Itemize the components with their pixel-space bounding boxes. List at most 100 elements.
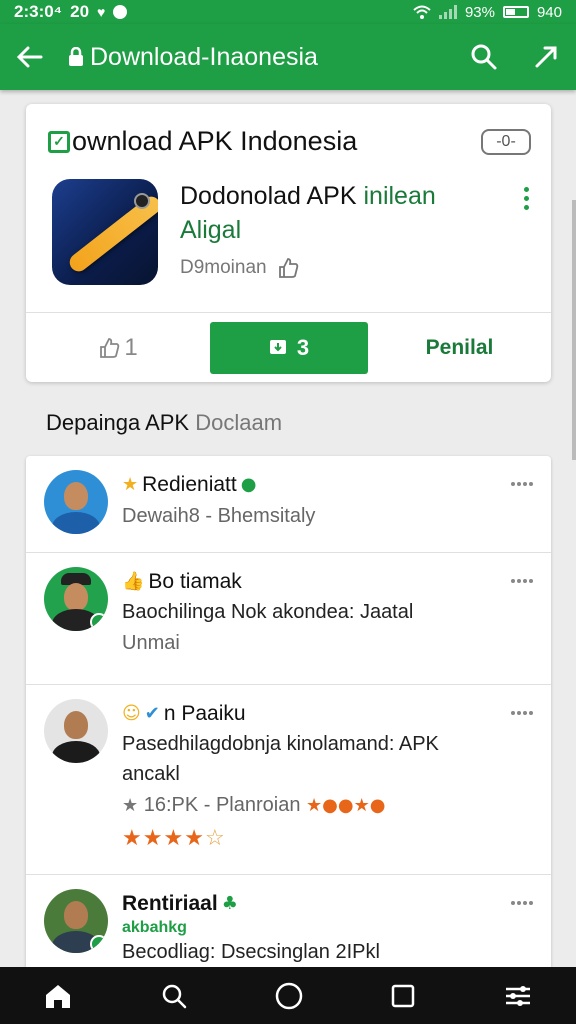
status-time: 2:3:0⁴ [14,2,63,21]
item-menu-icon[interactable] [511,579,533,583]
list-item[interactable]: ☺ ✔ n Paaiku Pasedhilagdobnja kinolamand… [26,685,551,875]
check-icon: ✓ [48,130,70,153]
toggle-pill[interactable]: -0- [481,128,531,155]
install-button-label: 3 [296,334,310,360]
card-title-wrap: ✓ ownload APK Indonesia [48,126,357,157]
download-icon [269,339,286,354]
star-empty-icon: ☆ [204,826,226,851]
avatar [44,699,108,763]
app-name-line2: Aligal [180,216,242,244]
app-name-accent: inilean [363,182,436,210]
item-text: Pasedhilagdobnja kinolamand: APK [122,733,439,755]
app-meta: D9moinan [180,257,531,279]
battery-percent: 93% [464,3,495,21]
pen-tip-graphic [134,193,150,209]
star-filled-icon: ★ [142,826,164,851]
thumbs-up-icon[interactable] [277,257,299,279]
app-name: Dodonolad APK inilean Aligal [180,179,531,247]
rating-stars: ★★★★☆ [122,822,535,856]
share-icon [535,46,557,68]
notification-dot-icon [113,5,128,19]
item-menu-icon[interactable] [511,711,533,715]
item-title-text: n Paaiku [163,702,246,725]
online-badge-icon [90,935,108,953]
app-bar-title: Download-Inaonesia [90,42,318,71]
section-title-muted: Doclaam [195,410,283,435]
verified-icon: ✔ [144,703,160,724]
item-title: ☺ ✔ n Paaiku [122,699,535,729]
item-title-text: Redieniatt [142,473,237,496]
item-subtitle: Dewaih8 - Bhemsitaly [122,505,316,527]
bottom-nav-bar [0,967,576,1024]
reaction-emojis-icon: ★●●★● [306,795,386,816]
avatar-body [52,512,100,534]
notification-icon: ♥ [97,4,106,20]
star-filled-icon: ★ [184,826,205,851]
app-name-line1: Dodonolad APK [180,182,357,210]
star-icon: ★ [122,474,139,495]
status-bar: 2:3:0⁴ 20 ♥ 93% 940 [0,0,576,24]
battery-icon [502,6,529,18]
section-title-main: Depainga APK [46,410,190,435]
install-button[interactable]: 3 [210,321,368,374]
list-item[interactable]: 👍 Bo tiamak Baochilinga Nok akondea: Jaa… [26,553,551,685]
scrollbar[interactable] [572,200,576,460]
more-options-icon[interactable] [524,187,529,210]
review-list: ★ Redieniatt ● Dewaih8 - Bhemsitaly 👍 Bo… [26,456,551,968]
list-item[interactable]: Rentiriaal ♣ akbahkg Becodliag: Dsecsing… [26,875,551,968]
star-filled-icon: ★ [122,826,143,851]
item-title-text: Bo tiamak [148,570,242,593]
online-badge-icon [90,613,108,631]
circle-home-icon[interactable] [274,981,304,1011]
avatar-head [64,583,88,611]
avatar-body [52,741,100,763]
search-button[interactable] [468,41,500,73]
settings-sliders-icon[interactable] [503,982,533,1010]
app-bar-title-wrap: Download-Inaonesia [68,43,318,72]
plant-icon: ♣ [221,893,238,914]
item-title: 👍 Bo tiamak [122,567,535,597]
rating-line-text: 16:PK - Planroian [143,794,301,816]
card-title: ownload APK Indonesia [72,126,358,156]
signal-icon [438,5,457,19]
app-icon[interactable] [52,179,158,285]
wifi-icon [413,5,431,19]
emoji-icon: ● [240,474,257,495]
avatar-head [64,901,88,929]
avatar [44,567,108,631]
thumbs-up-emoji-icon: 👍 [122,571,145,592]
list-item[interactable]: ★ Redieniatt ● Dewaih8 - Bhemsitaly [26,456,551,553]
avatar-head [64,711,88,739]
item-menu-icon[interactable] [511,482,533,486]
like-count: 1 [124,333,138,361]
item-title: Rentiriaal ♣ [122,889,535,919]
avatar [44,470,108,534]
app-card: ✓ ownload APK Indonesia -0- Dodonolad AP… [26,104,551,382]
home-icon[interactable] [43,982,73,1010]
item-title-text: Rentiriaal [122,892,218,915]
item-green-sub: akbahkg [122,919,187,936]
back-button[interactable] [14,41,46,73]
app-bar: Download-Inaonesia [0,24,576,90]
star-filled-icon: ★ [163,826,185,851]
app-meta-text: D9moinan [180,257,267,278]
item-menu-icon[interactable] [511,901,533,905]
item-text: Becodliag: Dsecsinglan 2IPkl [122,941,380,963]
item-text-2: ancakl [122,763,180,785]
recents-icon[interactable] [390,983,416,1009]
star-small-icon: ★ [122,795,139,816]
share-button[interactable] [530,41,562,73]
like-action[interactable]: 1 [26,334,210,362]
item-title: ★ Redieniatt ● [122,470,535,500]
like-outline-icon [100,337,120,358]
review-button[interactable]: Penilal [368,336,551,360]
avatar [44,889,108,953]
search-icon [471,44,497,70]
lock-icon [69,47,83,66]
back-arrow-icon [17,46,43,68]
avatar-head [64,482,88,510]
smile-emoji-icon: ☺ [122,703,141,724]
status-right-extra: 940 [536,3,562,21]
item-text: Baochilinga Nok akondea: Jaatal [122,601,414,623]
search-nav-icon[interactable] [160,982,188,1010]
